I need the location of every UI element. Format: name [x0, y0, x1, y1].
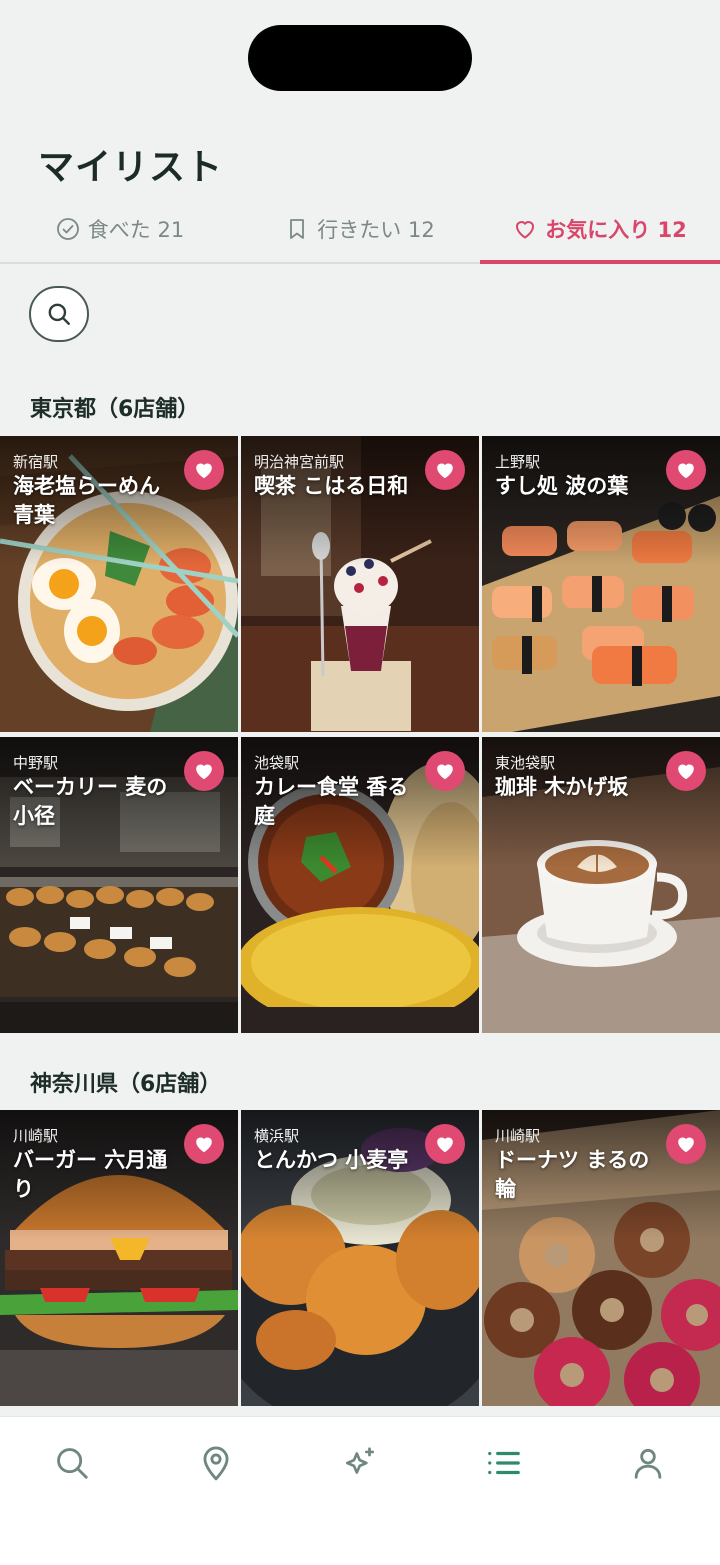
shop-name: すし処 波の葉 [495, 474, 629, 498]
shop-grid-kanagawa: 川崎駅 バーガー 六月通り 横浜駅 とんかつ 小麦亭 川崎駅 ドーナツ まるの輪 [0, 1110, 720, 1408]
shop-card[interactable]: 川崎駅 バーガー 六月通り [0, 1110, 238, 1406]
nav-search[interactable] [50, 1441, 94, 1485]
shop-card[interactable]: 新宿駅 海老塩らーめん 青葉 [0, 436, 238, 732]
heart-icon [678, 463, 694, 479]
tab-favorites-label: お気に入り 12 [545, 218, 687, 242]
shop-name: 海老塩らーめん 青葉 [13, 474, 160, 527]
shop-name: カレー食堂 香る庭 [254, 775, 409, 828]
section-title-kanagawa: 神奈川県（6店舗） [30, 1072, 222, 1097]
favorite-button[interactable] [666, 751, 706, 791]
heart-icon [678, 1137, 694, 1153]
tab-eaten-label: 食べた 21 [87, 218, 185, 242]
station-label: 横浜駅 [254, 1127, 300, 1145]
heart-icon [196, 764, 212, 780]
tab-want-to-go-label: 行きたい 12 [317, 218, 435, 242]
heart-icon [437, 764, 453, 780]
tab-want-to-go[interactable]: 行きたい 12 [240, 196, 480, 262]
station-label: 上野駅 [495, 453, 541, 471]
station-label: 池袋駅 [254, 754, 300, 772]
favorite-button[interactable] [425, 450, 465, 490]
user-icon [634, 1448, 662, 1479]
page-title: マイリスト [38, 147, 224, 188]
list-icon [488, 1451, 520, 1475]
tab-bar: 食べた 21 行きたい 12 お気に入り 12 [0, 196, 720, 264]
nav-recommend[interactable] [338, 1441, 382, 1485]
station-label: 川崎駅 [13, 1127, 59, 1145]
shop-name: 喫茶 こはる日和 [254, 474, 409, 498]
shop-card[interactable]: 中野駅 ベーカリー 麦の小径 [0, 737, 238, 1033]
search-icon [57, 1448, 88, 1479]
shop-card[interactable]: 横浜駅 とんかつ 小麦亭 [241, 1110, 479, 1406]
heart-icon [678, 764, 694, 780]
shop-name: バーガー 六月通り [13, 1148, 168, 1201]
shop-name: ベーカリー 麦の小径 [13, 775, 168, 828]
bottom-navigation [0, 1416, 720, 1565]
heart-icon [437, 1137, 453, 1153]
station-label: 東池袋駅 [495, 754, 556, 772]
shop-card[interactable]: 東池袋駅 珈琲 木かげ坂 [482, 737, 720, 1033]
bookmark-icon [290, 219, 305, 239]
favorite-button[interactable] [184, 751, 224, 791]
shop-name: 珈琲 木かげ坂 [495, 775, 629, 799]
tab-favorites[interactable]: お気に入り 12 [480, 196, 720, 264]
station-label: 中野駅 [13, 754, 59, 772]
station-label: 新宿駅 [13, 453, 59, 471]
sparkle-icon [345, 1447, 375, 1474]
section-title-tokyo: 東京都（6店舗） [30, 397, 200, 422]
check-circle-icon [56, 218, 79, 240]
nav-my-list[interactable] [482, 1441, 526, 1485]
favorite-button[interactable] [184, 450, 224, 490]
station-label: 明治神宮前駅 [254, 453, 345, 471]
shop-card[interactable]: 池袋駅 カレー食堂 香る庭 [241, 737, 479, 1033]
shop-card[interactable]: 川崎駅 ドーナツ まるの輪 [482, 1110, 720, 1406]
nav-map[interactable] [194, 1441, 238, 1485]
screen: マイリスト 食べた 21 行きたい 12 お気に入り 12 東京都（6店舗） 新… [0, 0, 720, 1565]
camera-notch [248, 25, 472, 91]
station-label: 川崎駅 [495, 1127, 541, 1145]
heart-icon [437, 463, 453, 479]
heart-outline-icon [516, 221, 535, 239]
heart-icon [196, 1137, 212, 1153]
favorite-button[interactable] [666, 1124, 706, 1164]
favorite-button[interactable] [425, 1124, 465, 1164]
shop-name: ドーナツ まるの輪 [495, 1148, 650, 1201]
heart-icon [196, 463, 212, 479]
shop-card[interactable]: 明治神宮前駅 喫茶 こはる日和 [241, 436, 479, 732]
search-button[interactable] [29, 286, 89, 342]
shop-grid-tokyo: 新宿駅 海老塩らーめん 青葉 明治神宮前駅 喫茶 こはる日和 上野駅 すし処 波… [0, 436, 720, 1033]
shop-name: とんかつ 小麦亭 [254, 1148, 409, 1172]
shop-card[interactable]: 上野駅 すし処 波の葉 [482, 436, 720, 732]
favorite-button[interactable] [666, 450, 706, 490]
search-icon [48, 303, 70, 325]
favorite-button[interactable] [184, 1124, 224, 1164]
favorite-button[interactable] [425, 751, 465, 791]
nav-profile[interactable] [626, 1441, 670, 1485]
map-pin-icon [203, 1446, 229, 1481]
tab-eaten[interactable]: 食べた 21 [0, 196, 240, 262]
